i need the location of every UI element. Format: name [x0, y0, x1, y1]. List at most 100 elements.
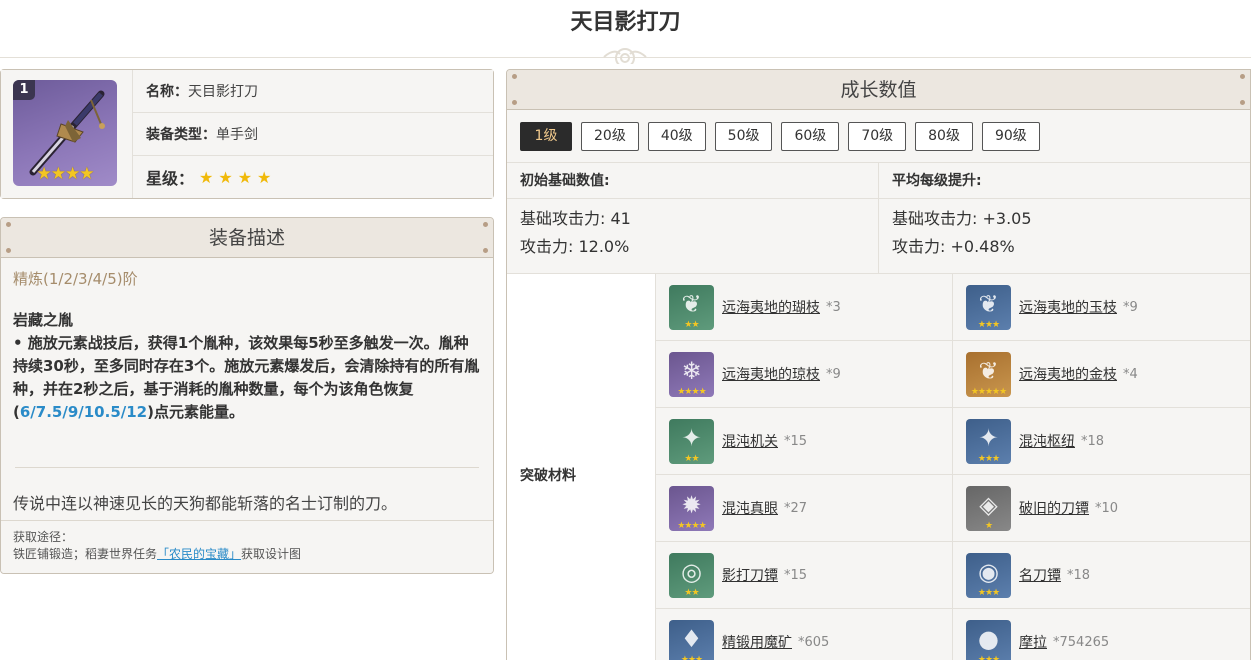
growth-card: 成长数值 1级 20级 40级 50级 60级 70级 80级 90级 初始基础数值: 基础攻… [506, 69, 1251, 660]
material-count: *15 [784, 433, 808, 449]
material-name-link[interactable]: 远海夷地的瑚枝 [722, 297, 820, 317]
material-item[interactable]: ❄ ★★★★ 远海夷地的琼枝 *9 [656, 341, 953, 408]
material-item[interactable]: ❦ ★★★ 远海夷地的玉枝 *9 [953, 274, 1250, 341]
material-rarity-stars: ★★ [684, 319, 699, 330]
source-suffix: 获取设计图 [241, 547, 302, 561]
material-item[interactable]: ● ★★★ 摩拉 *754265 [953, 609, 1250, 660]
description-header: 装备描述 [1, 218, 493, 258]
corner-dot [512, 74, 517, 79]
description-header-title: 装备描述 [208, 227, 285, 249]
material-count: *27 [784, 500, 808, 516]
material-glyph: ❦ [681, 290, 702, 318]
chaos-device-icon[interactable]: ✦ ★★ [669, 418, 714, 464]
material-name-link[interactable]: 摩拉 [1019, 632, 1047, 652]
material-name-link[interactable]: 混沌机关 [722, 431, 778, 451]
material-count: *4 [1123, 366, 1138, 382]
material-name-link[interactable]: 影打刀镡 [722, 565, 778, 585]
type-row: 装备类型： 单手剑 [133, 113, 493, 156]
type-value: 单手剑 [216, 127, 258, 143]
kageuchi-handguard-icon[interactable]: ◎ ★★ [669, 552, 714, 598]
level-tab[interactable]: 50级 [714, 121, 773, 151]
material-name-link[interactable]: 混沌真眼 [722, 498, 778, 518]
skill-description: 岩藏之胤 • 施放元素战技后，获得1个胤种，该效果每5秒至多触发一次。胤种持续3… [13, 309, 481, 424]
increase-stats-header: 平均每级提升: [879, 163, 1250, 199]
material-item[interactable]: ✦ ★★★ 混沌枢纽 *18 [953, 408, 1250, 475]
jeweled-branch-icon[interactable]: ❄ ★★★★ [669, 351, 714, 397]
material-glyph: ✹ [681, 491, 702, 519]
skill-values: 6/7.5/9/10.5/12 [19, 403, 148, 421]
corner-dot [6, 222, 11, 227]
material-item[interactable]: ✦ ★★ 混沌机关 *15 [656, 408, 953, 475]
star-icon: ★ [218, 167, 233, 187]
description-card: 装备描述 精炼(1/2/3/4/5)阶 岩藏之胤 • 施放元素战技后，获得1个胤… [0, 217, 494, 574]
materials-label: 突破材料 [507, 274, 656, 660]
material-item[interactable]: ❦ ★★ 远海夷地的瑚枝 *3 [656, 274, 953, 341]
material-item[interactable]: ❦ ★★★★★ 远海夷地的金枝 *4 [953, 341, 1250, 408]
material-name-link[interactable]: 远海夷地的琼枝 [722, 364, 820, 384]
skill-text-part-2: )点元素能量。 [147, 403, 244, 421]
material-count: *18 [1067, 567, 1091, 583]
level-tab[interactable]: 1级 [520, 121, 572, 151]
level-tab[interactable]: 40级 [647, 121, 706, 151]
title-ornament-icon [603, 48, 647, 64]
material-item[interactable]: ♦ ★★★ 精锻用魔矿 *605 [656, 609, 953, 660]
material-item[interactable]: ◈ ★ 破旧的刀镡 *10 [953, 475, 1250, 542]
material-name-link[interactable]: 名刀镡 [1019, 565, 1061, 585]
weapon-lore: 传说中连以神速见长的天狗都能斩落的名士订制的刀。 [13, 494, 398, 513]
mystic-ore-icon[interactable]: ♦ ★★★ [669, 619, 714, 660]
material-glyph: ✦ [681, 424, 702, 452]
type-label: 装备类型： [146, 127, 216, 143]
material-item[interactable]: ◉ ★★★ 名刀镡 *18 [953, 542, 1250, 609]
description-divider [15, 467, 479, 468]
famous-handguard-icon[interactable]: ◉ ★★★ [966, 552, 1011, 598]
level-tab[interactable]: 20级 [581, 121, 639, 151]
corner-dot [483, 222, 488, 227]
golden-branch-icon[interactable]: ❦ ★★★★★ [966, 351, 1011, 397]
old-handguard-icon[interactable]: ◈ ★ [966, 485, 1011, 531]
corner-dot [1240, 100, 1245, 105]
weapon-info-card: 1 ★★★★ 名称： 天目影打刀 装备类型： 单手剑 星级： ★ ★ ★ ★ [0, 69, 494, 199]
base-stat-atk: 基础攻击力: 41 [520, 209, 631, 228]
material-name-link[interactable]: 破旧的刀镡 [1019, 498, 1089, 518]
material-rarity-stars: ★★ [684, 587, 699, 598]
material-rarity-stars: ★★★ [977, 453, 1000, 464]
materials-grid: ❦ ★★ 远海夷地的瑚枝 *3 ❦ ★★★ 远海夷地的玉枝 *9 ❄ ★★★★ 远海夷地的琼枝 *9 ❦… [656, 274, 1250, 660]
material-rarity-stars: ★★★ [977, 654, 1000, 660]
source-box: 获取途径： 铁匠铺锻造；稻妻世界任务「农民的宝藏」获取设计图 [1, 520, 493, 573]
quest-link[interactable]: 「农民的宝藏」 [157, 547, 241, 561]
mora-icon[interactable]: ● ★★★ [966, 619, 1011, 660]
material-count: *605 [798, 634, 830, 650]
material-item[interactable]: ◎ ★★ 影打刀镡 *15 [656, 542, 953, 609]
material-name-link[interactable]: 精锻用魔矿 [722, 632, 792, 652]
material-count: *754265 [1053, 634, 1110, 650]
growth-header-title: 成长数值 [840, 79, 917, 101]
level-tab[interactable]: 70级 [848, 121, 907, 151]
source-prefix: 铁匠铺锻造；稻妻世界任务 [13, 547, 158, 561]
level-tab[interactable]: 90级 [981, 121, 1040, 151]
chaos-core-icon[interactable]: ✹ ★★★★ [669, 485, 714, 531]
material-name-link[interactable]: 远海夷地的金枝 [1019, 364, 1117, 384]
weapon-icon-cell: 1 ★★★★ [1, 70, 133, 198]
material-glyph: ✦ [978, 424, 999, 452]
material-rarity-stars: ★★ [684, 453, 699, 464]
jade-branch-icon[interactable]: ❦ ★★★ [966, 284, 1011, 330]
level-tab[interactable]: 60级 [781, 121, 840, 151]
name-value: 天目影打刀 [188, 84, 258, 100]
material-item[interactable]: ✹ ★★★★ 混沌真眼 *27 [656, 475, 953, 542]
weapon-icon: 1 ★★★★ [13, 80, 117, 186]
material-glyph: ❄ [681, 357, 702, 385]
material-glyph: ♦ [680, 625, 703, 653]
corner-dot [1240, 74, 1245, 79]
level-tab[interactable]: 80级 [915, 121, 973, 151]
base-stats-column: 初始基础数值: 基础攻击力: 41 攻击力: 12.0% [507, 163, 879, 273]
increase-stat-atk-percent: 攻击力: +0.48% [892, 237, 1015, 256]
material-name-link[interactable]: 远海夷地的玉枝 [1019, 297, 1117, 317]
coral-branch-icon[interactable]: ❦ ★★ [669, 284, 714, 330]
material-glyph: ❦ [978, 357, 999, 385]
corner-dot [512, 100, 517, 105]
skill-name: 岩藏之胤 [13, 311, 74, 329]
rarity-label: 星级： [146, 169, 195, 188]
star-icon: ★ [199, 167, 214, 187]
chaos-circuit-icon[interactable]: ✦ ★★★ [966, 418, 1011, 464]
material-name-link[interactable]: 混沌枢纽 [1019, 431, 1075, 451]
